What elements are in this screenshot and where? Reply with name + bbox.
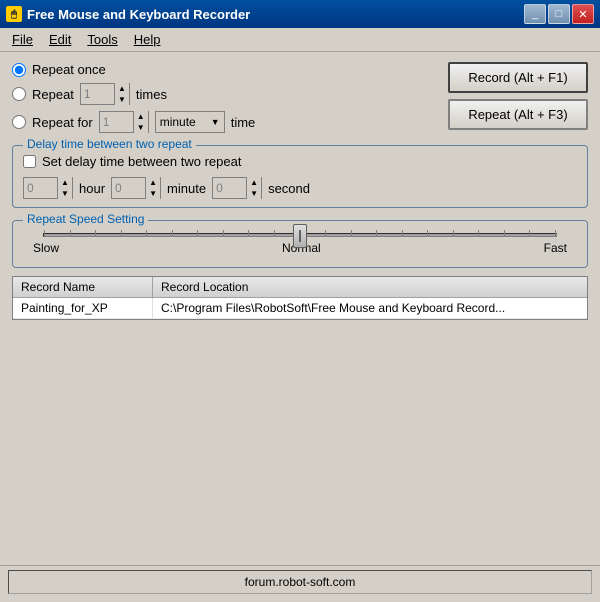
repeat-for-down[interactable]: ▼ [134, 122, 148, 133]
second-up[interactable]: ▲ [247, 177, 261, 188]
fast-label: Fast [544, 241, 567, 255]
minimize-button[interactable]: _ [524, 4, 546, 24]
menu-edit[interactable]: Edit [43, 30, 77, 49]
slider-section: Slow Normal Fast [23, 229, 577, 259]
menu-help[interactable]: Help [128, 30, 167, 49]
minute-input[interactable] [112, 181, 145, 195]
table-row[interactable]: Painting_for_XP C:\Program Files\RobotSo… [13, 298, 587, 319]
delay-checkbox-label: Set delay time between two repeat [42, 154, 241, 169]
menu-tools[interactable]: Tools [81, 30, 123, 49]
slider-thumb-wrap [293, 224, 307, 248]
hour-input[interactable] [24, 181, 57, 195]
records-table: Record Name Record Location Painting_for… [12, 276, 588, 320]
repeat-times-arrows: ▲ ▼ [114, 83, 129, 105]
minute-down[interactable]: ▼ [146, 188, 160, 199]
repeat-for-radio[interactable] [12, 115, 26, 129]
minute-dropdown[interactable]: minute ▼ [155, 111, 225, 133]
slider-thumb-line [299, 230, 301, 242]
repeat-once-radio[interactable] [12, 63, 26, 77]
repeat-label: Repeat [32, 87, 74, 102]
window-controls: _ □ ✕ [524, 4, 594, 24]
options-panel: Repeat once Repeat ▲ ▼ times [12, 62, 438, 133]
hour-label: hour [79, 181, 105, 196]
status-bar-text: forum.robot-soft.com [8, 570, 592, 594]
app-icon: 🖱 [6, 6, 22, 22]
buttons-panel: Record (Alt + F1) Repeat (Alt + F3) [448, 62, 588, 133]
second-label: second [268, 181, 310, 196]
second-input[interactable] [213, 181, 246, 195]
hour-arrows: ▲ ▼ [57, 177, 72, 199]
slow-label: Slow [33, 241, 59, 255]
repeat-for-row: Repeat for ▲ ▼ minute ▼ time [12, 111, 438, 133]
time-label: time [231, 115, 256, 130]
speed-group: Repeat Speed Setting [12, 220, 588, 268]
repeat-times-up[interactable]: ▲ [115, 83, 129, 94]
hour-spinbox: ▲ ▼ [23, 177, 73, 199]
table-header: Record Name Record Location [13, 277, 587, 298]
close-button[interactable]: ✕ [572, 4, 594, 24]
second-down[interactable]: ▼ [247, 188, 261, 199]
delay-group-title: Delay time between two repeat [23, 137, 196, 151]
header-location: Record Location [153, 277, 587, 297]
repeat-for-arrows: ▲ ▼ [133, 111, 148, 133]
minute-label: minute [167, 181, 206, 196]
content-area: Repeat once Repeat ▲ ▼ times [0, 52, 600, 598]
chevron-down-icon: ▼ [211, 117, 220, 127]
row-location: C:\Program Files\RobotSoft\Free Mouse an… [153, 298, 587, 318]
repeat-once-label: Repeat once [32, 62, 106, 77]
top-section: Repeat once Repeat ▲ ▼ times [12, 62, 588, 133]
menu-bar: File Edit Tools Help [0, 28, 600, 52]
row-name: Painting_for_XP [13, 298, 153, 318]
delay-group: Delay time between two repeat Set delay … [12, 145, 588, 208]
slider-thumb[interactable] [293, 224, 307, 248]
delay-checkbox[interactable] [23, 155, 36, 168]
hour-up[interactable]: ▲ [58, 177, 72, 188]
repeat-for-up[interactable]: ▲ [134, 111, 148, 122]
main-panel: Repeat once Repeat ▲ ▼ times [0, 52, 600, 330]
repeat-for-spinbox: ▲ ▼ [99, 111, 149, 133]
time-row: ▲ ▼ hour ▲ ▼ minute [23, 177, 577, 199]
repeat-for-label: Repeat for [32, 115, 93, 130]
slider-track-container [23, 233, 577, 237]
repeat-for-input[interactable] [100, 115, 133, 129]
menu-file[interactable]: File [6, 30, 39, 49]
minute-up[interactable]: ▲ [146, 177, 160, 188]
repeat-times-row: Repeat ▲ ▼ times [12, 83, 438, 105]
header-name: Record Name [13, 277, 153, 297]
title-bar: 🖱 Free Mouse and Keyboard Recorder _ □ ✕ [0, 0, 600, 28]
repeat-times-input[interactable] [81, 87, 114, 101]
slider-track [43, 233, 557, 237]
hour-down[interactable]: ▼ [58, 188, 72, 199]
repeat-once-row: Repeat once [12, 62, 438, 77]
times-label: times [136, 87, 167, 102]
minute-spinbox: ▲ ▼ [111, 177, 161, 199]
second-spinbox: ▲ ▼ [212, 177, 262, 199]
delay-checkbox-row: Set delay time between two repeat [23, 154, 577, 169]
speed-group-title: Repeat Speed Setting [23, 212, 148, 226]
repeat-times-spinbox: ▲ ▼ [80, 83, 130, 105]
minute-dropdown-text: minute [160, 115, 207, 129]
delay-inner: Set delay time between two repeat ▲ ▼ ho… [23, 154, 577, 199]
maximize-button[interactable]: □ [548, 4, 570, 24]
minute-arrows: ▲ ▼ [145, 177, 160, 199]
window-title: Free Mouse and Keyboard Recorder [27, 7, 524, 22]
status-bar: forum.robot-soft.com [0, 565, 600, 598]
repeat-button[interactable]: Repeat (Alt + F3) [448, 99, 588, 130]
repeat-times-down[interactable]: ▼ [115, 94, 129, 105]
record-button[interactable]: Record (Alt + F1) [448, 62, 588, 93]
second-arrows: ▲ ▼ [246, 177, 261, 199]
repeat-times-radio[interactable] [12, 87, 26, 101]
